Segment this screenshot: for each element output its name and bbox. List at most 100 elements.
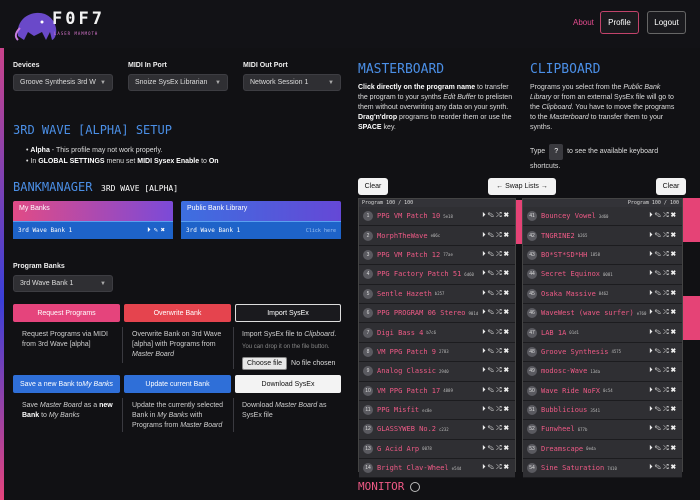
shuffle-icon[interactable]: ⤮ — [496, 232, 504, 239]
program-row[interactable]: 5 Sentle Hazeth b257 ⏵✎⤮✖ — [359, 284, 515, 304]
edit-icon[interactable]: ✎ — [488, 212, 496, 219]
shuffle-icon[interactable]: ⤮ — [663, 464, 671, 471]
program-row[interactable]: 41 Bouncey Vowel 3d60 ⏵✎⤮✖ — [523, 207, 682, 227]
program-row[interactable]: 49 modosc-Wave 13da ⏵✎⤮✖ — [523, 362, 682, 382]
shuffle-icon[interactable]: ⤮ — [663, 367, 671, 374]
delete-icon[interactable]: ✖ — [504, 445, 511, 452]
masterboard-list[interactable]: Program 100 / 100 1 PPG VM Patch 10 5e18 ⏵✎… — [358, 198, 516, 479]
program-row[interactable]: 54 Sine Saturation 7410 ⏵✎⤮✖ — [523, 459, 682, 479]
delete-icon[interactable]: ✖ — [504, 464, 511, 471]
program-row[interactable]: 7 Digi Bass 4 b7c6 ⏵✎⤮✖ — [359, 323, 515, 343]
program-name[interactable]: Bright Clav-Wheel — [377, 464, 449, 472]
shuffle-icon[interactable]: ⤮ — [496, 425, 504, 432]
edit-icon[interactable]: ✎ — [488, 270, 496, 277]
delete-icon[interactable]: ✖ — [671, 232, 678, 239]
program-row[interactable]: 52 Funwheel 677b ⏵✎⤮✖ — [523, 420, 682, 440]
delete-icon[interactable]: ✖ — [671, 387, 678, 394]
public-bank-row[interactable]: 3rd Wave Bank 1 Click here — [181, 221, 341, 239]
edit-icon[interactable]: ✎ — [655, 232, 663, 239]
edit-icon[interactable]: ✎ — [488, 425, 496, 432]
shuffle-icon[interactable]: ⤮ — [663, 232, 671, 239]
edit-icon[interactable]: ✎ — [488, 387, 496, 394]
overwrite-bank-button[interactable]: Overwrite Bank — [124, 304, 231, 322]
my-banks-row[interactable]: 3rd Wave Bank 1 ⏵✎✖ — [13, 221, 173, 239]
program-row[interactable]: 3 PPG VM Patch 12 77ae ⏵✎⤮✖ — [359, 245, 515, 266]
program-name[interactable]: VM PPG Patch 9 — [377, 348, 436, 356]
delete-icon[interactable]: ✖ — [504, 329, 511, 336]
program-row[interactable]: 42 TNGRINE2 b265 ⏵✎⤮✖ — [523, 226, 682, 246]
shuffle-icon[interactable]: ⤮ — [663, 445, 671, 452]
edit-icon[interactable]: ✎ — [488, 367, 496, 374]
program-row[interactable]: 44 Secret Equinox 0081 ⏵✎⤮✖ — [523, 265, 682, 285]
program-name[interactable]: PPG VM Patch 10 — [377, 212, 440, 220]
program-name[interactable]: LAB 1A — [541, 329, 566, 337]
delete-icon[interactable]: ✖ — [671, 445, 678, 452]
edit-icon[interactable]: ✎ — [655, 464, 663, 471]
edit-icon[interactable]: ✎ — [655, 212, 663, 219]
program-row[interactable]: 13 G Acid Arp 0078 ⏵✎⤮✖ — [359, 439, 515, 460]
edit-icon[interactable]: ✎ — [488, 464, 496, 471]
shuffle-icon[interactable]: ⤮ — [663, 251, 671, 258]
program-row[interactable]: 51 Bubblicious 3541 ⏵✎⤮✖ — [523, 400, 682, 421]
program-name[interactable]: Bubblicious — [541, 406, 587, 414]
program-name[interactable]: PPG Misfit — [377, 406, 419, 414]
delete-icon[interactable]: ✖ — [671, 348, 678, 355]
edit-icon[interactable]: ✎ — [655, 445, 663, 452]
program-row[interactable]: 45 Osaka Massive 8462 ⏵✎⤮✖ — [523, 284, 682, 304]
delete-icon[interactable]: ✖ — [671, 425, 678, 432]
edit-icon[interactable]: ✎ — [154, 226, 161, 234]
program-name[interactable]: Secret Equinox — [541, 270, 600, 278]
request-programs-button[interactable]: Request Programs — [13, 304, 120, 322]
program-row[interactable]: 1 PPG VM Patch 10 5e18 ⏵✎⤮✖ — [359, 207, 515, 227]
shuffle-icon[interactable]: ⤮ — [663, 387, 671, 394]
program-row[interactable]: 50 Wave Ride NoFX 0c54 ⏵✎⤮✖ — [523, 381, 682, 401]
shuffle-icon[interactable]: ⤮ — [663, 348, 671, 355]
program-row[interactable]: 6 PPG PROGRAM 06 Stereo 901d ⏵✎⤮✖ — [359, 303, 515, 324]
edit-icon[interactable]: ✎ — [655, 290, 663, 297]
delete-icon[interactable]: ✖ — [161, 226, 168, 234]
program-row[interactable]: 11 PPG Misfit ec8e ⏵✎⤮✖ — [359, 400, 515, 421]
my-banks-bank-name[interactable]: 3rd Wave Bank 1 — [18, 227, 72, 234]
program-row[interactable]: 43 BO*ST*SD*HH 1858 ⏵✎⤮✖ — [523, 245, 682, 266]
program-row[interactable]: 2 MorphTheWave e06c ⏵✎⤮✖ — [359, 226, 515, 246]
shortcut-key[interactable]: ? — [549, 144, 564, 160]
shuffle-icon[interactable]: ⤮ — [663, 309, 671, 316]
save-new-bank-button[interactable]: Save a new Bank to My Banks — [13, 375, 120, 393]
program-name[interactable]: G Acid Arp — [377, 445, 419, 453]
delete-icon[interactable]: ✖ — [671, 270, 678, 277]
program-name[interactable]: Sentle Hazeth — [377, 290, 432, 298]
edit-icon[interactable]: ✎ — [655, 251, 663, 258]
program-row[interactable]: 14 Bright Clav-Wheel e54d ⏵✎⤮✖ — [359, 459, 515, 479]
monitor-toggle-icon[interactable] — [410, 481, 421, 492]
edit-icon[interactable]: ✎ — [655, 270, 663, 277]
program-name[interactable]: WaveWest (wave surfer) — [541, 309, 634, 317]
edit-icon[interactable]: ✎ — [488, 309, 496, 316]
midi-in-select[interactable]: Snoize SysEx Librarian ▼ — [128, 74, 228, 91]
edit-icon[interactable]: ✎ — [655, 348, 663, 355]
devices-select[interactable]: Groove Synthesis 3rd W ▼ — [13, 74, 113, 91]
program-banks-select[interactable]: 3rd Wave Bank 1 ▼ — [13, 275, 113, 292]
edit-icon[interactable]: ✎ — [488, 348, 496, 355]
delete-icon[interactable]: ✖ — [504, 367, 511, 374]
shuffle-icon[interactable]: ⤮ — [496, 387, 504, 394]
delete-icon[interactable]: ✖ — [504, 290, 511, 297]
clear-clipboard-button[interactable]: Clear — [656, 178, 686, 195]
program-name[interactable]: TNGRINE2 — [541, 232, 575, 240]
edit-icon[interactable]: ✎ — [655, 309, 663, 316]
shuffle-icon[interactable]: ⤮ — [496, 212, 504, 219]
delete-icon[interactable]: ✖ — [671, 309, 678, 316]
delete-icon[interactable]: ✖ — [671, 290, 678, 297]
import-sysex-button[interactable]: Import SysEx — [235, 304, 341, 322]
file-input[interactable]: Choose file No file chosen — [242, 357, 335, 370]
shuffle-icon[interactable]: ⤮ — [496, 348, 504, 355]
profile-button[interactable]: Profile — [600, 11, 639, 34]
program-row[interactable]: 9 Analog Classic 2940 ⏵✎⤮✖ — [359, 362, 515, 382]
edit-icon[interactable]: ✎ — [488, 406, 496, 413]
program-name[interactable]: Groove Synthesis — [541, 348, 608, 356]
delete-icon[interactable]: ✖ — [504, 348, 511, 355]
program-name[interactable]: GLASSYWEB No.2 — [377, 425, 436, 433]
program-name[interactable]: Dreamscape — [541, 445, 583, 453]
program-name[interactable]: Sine Saturation — [541, 464, 604, 472]
program-row[interactable]: 46 WaveWest (wave surfer) e760 ⏵✎⤮✖ — [523, 303, 682, 324]
shuffle-icon[interactable]: ⤮ — [663, 270, 671, 277]
